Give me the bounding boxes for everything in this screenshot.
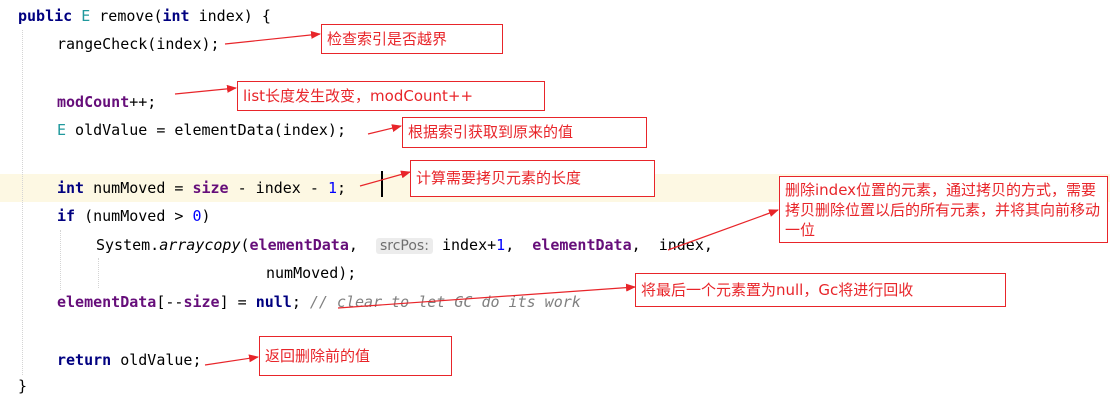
annotation-return: 返回删除前的值	[259, 336, 452, 376]
annotation-num-moved: 计算需要拷贝元素的长度	[410, 160, 655, 197]
arrow-6	[337, 283, 636, 309]
annotation-set-null: 将最后一个元素置为null，Gc将进行回收	[635, 273, 1006, 307]
annotation-check-index: 检查索引是否越界	[321, 24, 503, 54]
arrow-7	[204, 354, 259, 366]
annotation-modcount: list长度发生改变，modCount++	[237, 81, 545, 111]
arrow-2	[174, 84, 237, 95]
arrow-4	[359, 170, 411, 187]
arrow-5	[667, 209, 779, 251]
annotation-arraycopy: 删除index位置的元素，通过拷贝的方式，需要拷贝删除位置以后的所有元素，并将其…	[779, 176, 1108, 243]
arrow-1	[224, 30, 321, 45]
annotation-old-value: 根据索引获取到原来的值	[402, 117, 647, 148]
arrow-3	[367, 124, 402, 135]
